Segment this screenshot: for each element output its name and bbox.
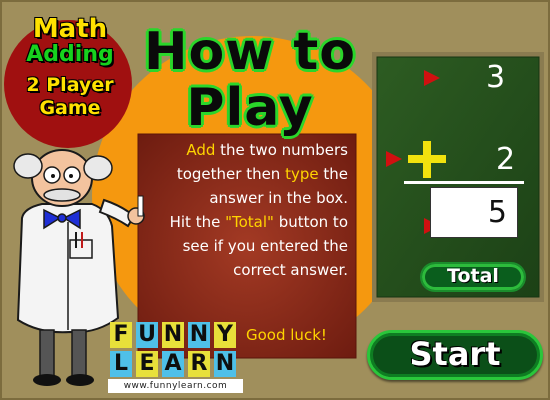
equation-line (404, 181, 524, 184)
game-logo: Math Adding 2 Player Game (6, 16, 134, 118)
logo-letter-tile: U (136, 322, 158, 348)
instruction-type-word: type (285, 165, 319, 183)
total-button[interactable]: Total (420, 262, 526, 292)
good-luck-text: Good luck! (246, 326, 327, 344)
logo-game-text: Game (39, 97, 101, 119)
instruction-fragment: button to (273, 213, 348, 231)
start-button[interactable]: Start (367, 330, 543, 380)
website-url[interactable]: www.funnylearn.com (108, 379, 243, 393)
total-button-label: Total (447, 265, 499, 287)
instruction-add-word: Add (186, 141, 216, 159)
logo-adding-text: Adding (26, 42, 114, 67)
instruction-line: Hit the "Total" button to (148, 210, 348, 234)
instruction-fragment: the (318, 165, 348, 183)
instructions-text: Add the two numbers together then type t… (148, 138, 348, 282)
logo-letter-tile: N (214, 351, 236, 377)
start-button-label: Start (409, 335, 501, 373)
logo-letter-tile: F (110, 322, 132, 348)
chalkboard (377, 57, 539, 297)
instruction-fragment: Hit the (169, 213, 226, 231)
page-title-line-2: Play (186, 78, 314, 138)
instruction-line: correct answer. (233, 261, 348, 279)
example-top-number: 3 (486, 60, 506, 95)
logo-letter-tile: N (162, 322, 184, 348)
example-bottom-number: 2 (496, 142, 516, 177)
logo-letter-tile: L (110, 351, 132, 377)
answer-box: 5 (430, 187, 518, 238)
instruction-line: answer in the box. (209, 189, 348, 207)
page-title-line-1: How to (144, 22, 356, 82)
logo-players-text: 2 Player (26, 74, 114, 96)
instruction-fragment: the two numbers (215, 141, 348, 159)
logo-letter-tile: E (136, 351, 158, 377)
logo-letter-tile: N (188, 322, 210, 348)
logo-letter-tile: R (188, 351, 210, 377)
instruction-total-word: "Total" (225, 213, 274, 231)
instruction-line: together then type the (148, 162, 348, 186)
instruction-line: Add the two numbers (148, 138, 348, 162)
logo-letter-tile: A (162, 351, 184, 377)
instruction-fragment: together then (176, 165, 286, 183)
game-screen: Math Adding 2 Player Game How to Play Ad… (0, 0, 550, 400)
logo-letter-tile: Y (214, 322, 236, 348)
logo-math-text: Math (32, 14, 108, 44)
instruction-line: see if you entered the (182, 237, 348, 255)
